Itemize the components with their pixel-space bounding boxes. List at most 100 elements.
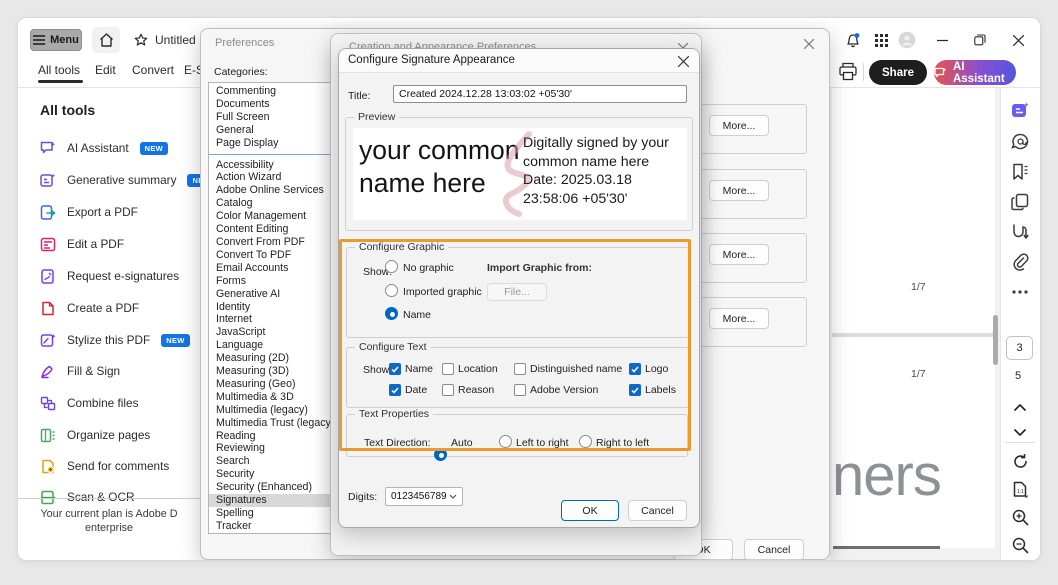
category-item[interactable]: Multimedia (legacy) (209, 404, 337, 417)
category-item[interactable]: Email Accounts (209, 262, 337, 275)
category-item[interactable]: Commenting (209, 85, 337, 98)
preferences-close-icon[interactable] (801, 36, 817, 52)
home-button[interactable] (92, 27, 120, 53)
zoom-out-icon[interactable] (1009, 534, 1031, 556)
tool-item-stylize-pdf[interactable]: Stylize this PDF NEW (18, 328, 200, 352)
checkbox-location[interactable] (442, 363, 454, 375)
close-window-button[interactable] (1007, 31, 1029, 49)
category-item[interactable]: Action Wizard (209, 171, 337, 184)
restore-button[interactable] (969, 31, 991, 49)
print-icon[interactable] (838, 62, 860, 82)
minimize-button[interactable] (931, 31, 953, 49)
checkbox-adobe-version[interactable] (514, 384, 526, 396)
tool-item-edit-pdf[interactable]: Edit a PDF (18, 232, 200, 256)
checkbox-name[interactable] (389, 363, 401, 375)
document-scrollbar[interactable] (993, 315, 998, 365)
tab-convert[interactable]: Convert (132, 63, 174, 77)
radio-no-graphic[interactable] (385, 260, 398, 273)
category-item[interactable]: Reading (209, 430, 337, 443)
category-item[interactable]: Convert From PDF (209, 236, 337, 249)
tool-item-fill-sign[interactable]: Fill & Sign (18, 359, 200, 383)
digits-select[interactable]: 0123456789 (385, 487, 463, 506)
radio-auto[interactable] (434, 448, 447, 461)
category-item[interactable]: Forms (209, 275, 337, 288)
category-item[interactable]: Color Management (209, 210, 337, 223)
category-item[interactable]: Accessibility (209, 159, 337, 172)
category-item[interactable]: Security (209, 468, 337, 481)
comments-mentions-icon[interactable] (1009, 131, 1031, 153)
category-item[interactable]: Tracker (209, 520, 337, 533)
category-item[interactable]: Documents (209, 98, 337, 111)
menu-button[interactable]: Menu (30, 29, 82, 51)
file-button[interactable]: File... (487, 283, 547, 301)
radio-name[interactable] (385, 307, 398, 320)
title-field-input[interactable]: Created 2024.12.28 13:03:02 +05'30' (393, 85, 687, 103)
checkbox-labels[interactable] (629, 384, 641, 396)
generative-summary-panel-icon[interactable] (1009, 99, 1031, 121)
category-item[interactable]: Spelling (209, 507, 337, 520)
checkbox-reason[interactable] (442, 384, 454, 396)
ai-assistant-button[interactable]: AI Assistant (934, 60, 1016, 85)
categories-listbox[interactable]: Commenting Documents Full Screen General… (208, 82, 338, 534)
attachments-paperclip-icon[interactable] (1009, 251, 1031, 273)
tool-item-generative-summary[interactable]: Generative summary NEW (18, 168, 200, 192)
signature-ok-button[interactable]: OK (561, 500, 619, 521)
preferences-cancel-button[interactable]: Cancel (744, 539, 804, 560)
checkbox-distinguished-name[interactable] (514, 363, 526, 375)
category-item[interactable]: Page Display (209, 137, 337, 150)
tool-item-send-for-comments[interactable]: Send for comments (18, 454, 200, 478)
category-item[interactable]: Reviewing (209, 442, 337, 455)
tool-item-organize-pages[interactable]: Organize pages (18, 423, 200, 447)
bookmarks-icon[interactable] (1009, 161, 1031, 183)
category-item[interactable]: Search (209, 455, 337, 468)
signature-cancel-button[interactable]: Cancel (628, 500, 687, 521)
category-item[interactable]: JavaScript (209, 326, 337, 339)
radio-left-to-right[interactable] (499, 435, 512, 448)
radio-right-to-left[interactable] (579, 435, 592, 448)
tool-item-ai-assistant[interactable]: AI Assistant NEW (18, 136, 200, 160)
more-button-4[interactable]: More... (709, 308, 769, 329)
category-item[interactable]: Internet (209, 313, 337, 326)
category-item[interactable]: Adobe Online Services (209, 184, 337, 197)
share-button[interactable]: Share (869, 60, 927, 85)
tool-item-combine-files[interactable]: Combine files (18, 391, 200, 415)
category-item[interactable]: Catalog (209, 197, 337, 210)
more-button-3[interactable]: More... (709, 244, 769, 265)
previous-page-chevron-icon[interactable] (1009, 396, 1031, 418)
apps-grid-icon[interactable] (870, 31, 892, 49)
tool-item-request-esignatures[interactable]: Request e-signatures (18, 264, 200, 288)
radio-imported-graphic[interactable] (385, 284, 398, 297)
category-item[interactable]: Multimedia & 3D (209, 391, 337, 404)
category-item[interactable]: Measuring (2D) (209, 352, 337, 365)
more-panels-icon[interactable] (1009, 281, 1031, 303)
tab-all-tools[interactable]: All tools (38, 63, 80, 77)
signature-squiggle-icon[interactable] (1009, 221, 1031, 243)
more-button-1[interactable]: More... (709, 115, 769, 136)
checkbox-date[interactable] (389, 384, 401, 396)
category-item[interactable]: Full Screen (209, 111, 337, 124)
category-item-selected[interactable]: Signatures (209, 494, 337, 507)
category-item[interactable]: General (209, 124, 337, 137)
category-item[interactable]: Generative AI (209, 288, 337, 301)
avatar[interactable] (896, 31, 918, 49)
category-item[interactable]: Measuring (3D) (209, 365, 337, 378)
tab-edit[interactable]: Edit (95, 63, 116, 77)
fit-page-icon[interactable]: 1:1 (1009, 478, 1031, 500)
category-item[interactable]: Convert To PDF (209, 249, 337, 262)
checkbox-logo[interactable] (629, 363, 641, 375)
next-page-chevron-icon[interactable] (1009, 421, 1031, 443)
more-button-2[interactable]: More... (709, 180, 769, 201)
document-tab[interactable]: Untitled (126, 27, 204, 53)
tool-item-export-pdf[interactable]: Export a PDF (18, 200, 200, 224)
category-item[interactable]: Identity (209, 301, 337, 314)
category-item[interactable]: Measuring (Geo) (209, 378, 337, 391)
tool-item-create-pdf[interactable]: Create a PDF (18, 296, 200, 320)
rotate-page-icon[interactable] (1009, 450, 1031, 472)
copy-pages-icon[interactable] (1009, 191, 1031, 213)
notifications-button[interactable] (842, 31, 864, 49)
category-item[interactable]: Content Editing (209, 223, 337, 236)
category-item[interactable]: Multimedia Trust (legacy) (209, 417, 337, 430)
current-page-input[interactable]: 3 (1006, 336, 1033, 360)
category-item[interactable]: Security (Enhanced) (209, 481, 337, 494)
signature-dialog-close-icon[interactable] (675, 53, 691, 69)
